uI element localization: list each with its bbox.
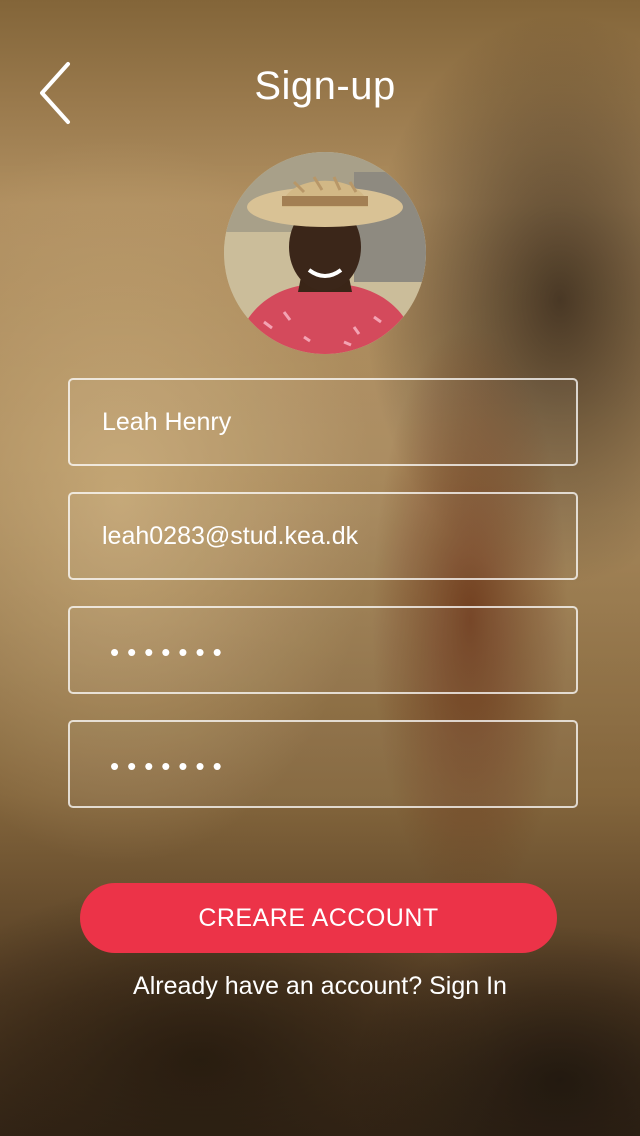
back-button[interactable] xyxy=(28,58,88,128)
confirm-password-field[interactable]: ••••••• xyxy=(68,720,578,808)
page-title: Sign-up xyxy=(254,64,396,108)
name-value: Leah Henry xyxy=(102,408,232,436)
profile-photo xyxy=(224,152,426,354)
signin-row: Already have an account? Sign In xyxy=(0,972,640,1001)
password-field[interactable]: ••••••• xyxy=(68,606,578,694)
password-value: ••••••• xyxy=(110,637,230,667)
chevron-left-icon xyxy=(40,62,70,124)
name-field[interactable]: Leah Henry xyxy=(68,378,578,466)
email-field[interactable]: leah0283@stud.kea.dk xyxy=(68,492,578,580)
avatar[interactable] xyxy=(224,152,426,354)
email-value: leah0283@stud.kea.dk xyxy=(102,522,359,550)
confirm-password-value: ••••••• xyxy=(110,751,230,781)
create-account-button[interactable]: CREARE ACCOUNT xyxy=(80,883,557,953)
signin-link[interactable]: Sign In xyxy=(429,972,507,1000)
signin-prompt: Already have an account? xyxy=(133,972,423,1000)
